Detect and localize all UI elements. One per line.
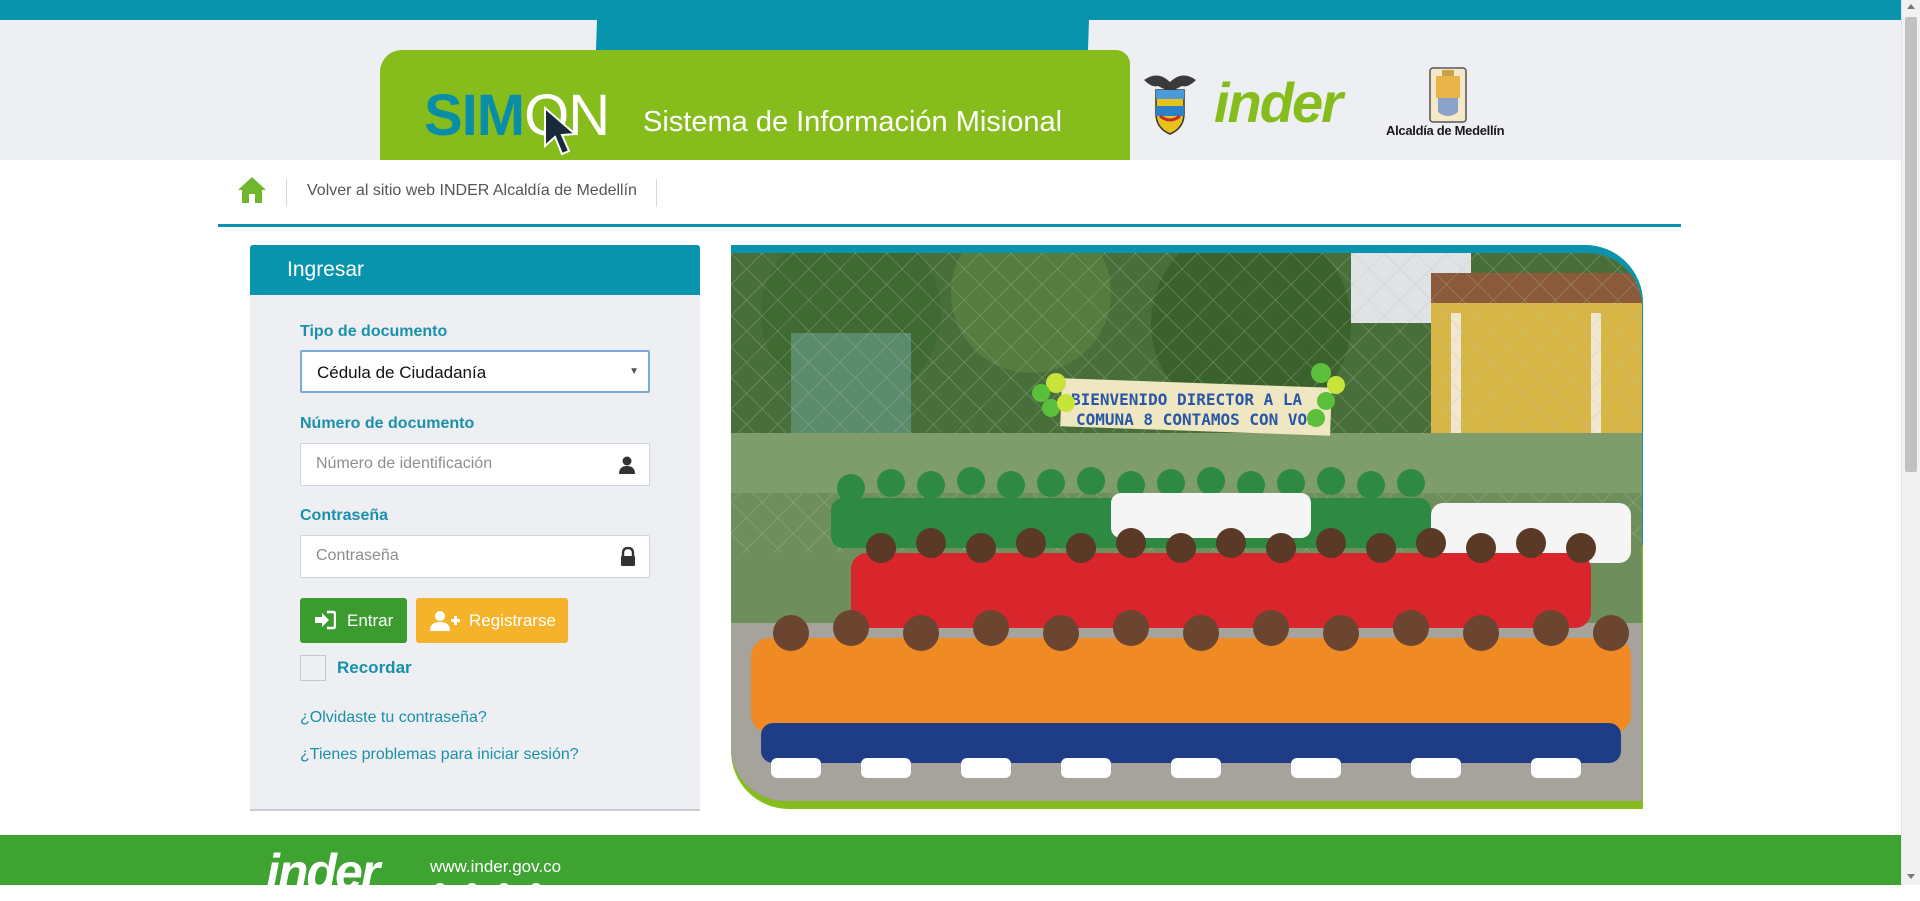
forgot-password-link[interactable]: ¿Olvidaste tu contraseña?: [300, 709, 487, 727]
simon-main-text: SIM: [424, 83, 525, 148]
social-icons: [434, 883, 542, 889]
scroll-down-icon[interactable]: [1907, 874, 1915, 879]
chevron-down-icon: ▼: [629, 366, 639, 377]
user-plus-icon: [430, 611, 460, 631]
breadcrumb-nav: Volver al sitio web INDER Alcaldía de Me…: [218, 160, 1681, 227]
login-panel: Ingresar Tipo de documento Cédula de Ciu…: [250, 245, 700, 811]
login-title: Ingresar: [287, 258, 365, 281]
doc-type-label: Tipo de documento: [300, 323, 448, 340]
doc-type-value: Cédula de Ciudadanía: [317, 363, 487, 382]
alcaldia-logo-text: Alcaldía de Medellín: [1386, 123, 1505, 138]
simon-logo: SIMON: [424, 82, 610, 149]
back-to-site-link[interactable]: Volver al sitio web INDER Alcaldía de Me…: [307, 182, 637, 200]
vertical-scrollbar[interactable]: [1901, 0, 1920, 885]
footer: inder www.inder.gov.co: [0, 835, 1901, 900]
doc-type-select[interactable]: Cédula de Ciudadanía ▼: [300, 350, 650, 393]
doc-number-input[interactable]: Número de identificación: [300, 443, 650, 486]
password-label: Contraseña: [300, 507, 389, 524]
password-input[interactable]: Contraseña: [300, 535, 650, 578]
group-photo-image: BIENVENIDO DIRECTOR A LA COMUNA 8 CONTAM…: [731, 253, 1642, 801]
register-button-label: Registrarse: [469, 611, 556, 630]
scrollbar-thumb[interactable]: [1905, 17, 1917, 472]
login-trouble-link[interactable]: ¿Tienes problemas para iniciar sesión?: [300, 746, 579, 764]
password-placeholder: Contraseña: [316, 547, 399, 564]
nav-separator: [656, 179, 657, 207]
home-icon[interactable]: [236, 175, 268, 205]
login-panel-header: Ingresar: [250, 245, 700, 295]
photo-banner-text: BIENVENIDO DIRECTOR A LA: [1071, 390, 1303, 409]
register-button[interactable]: Registrarse: [416, 598, 568, 643]
svg-text:COMUNA 8 CONTAMOS CON VOS: COMUNA 8 CONTAMOS CON VOS: [1076, 410, 1317, 429]
lock-icon: [621, 547, 635, 566]
alcaldia-coat-of-arms-icon: [1429, 67, 1467, 123]
colombia-shield-icon: [1144, 75, 1196, 135]
user-icon: [619, 456, 635, 474]
login-button-label: Entrar: [347, 611, 394, 630]
scroll-up-icon[interactable]: [1907, 4, 1915, 9]
remember-label[interactable]: Recordar: [337, 658, 412, 678]
footer-website-link[interactable]: www.inder.gov.co: [430, 857, 561, 877]
inder-logo: inder: [1214, 71, 1343, 134]
cursor-icon: [544, 106, 577, 156]
login-button[interactable]: Entrar: [300, 598, 407, 643]
doc-number-label: Número de documento: [300, 415, 475, 432]
banner-subtitle: Sistema de Información Misional: [643, 106, 1063, 138]
footer-inder-logo: inder: [266, 844, 380, 900]
nav-separator: [286, 179, 287, 207]
doc-number-placeholder: Número de identificación: [316, 455, 493, 472]
sign-in-icon: [315, 610, 336, 630]
event-photo: BIENVENIDO DIRECTOR A LA COMUNA 8 CONTAM…: [731, 253, 1642, 801]
remember-checkbox[interactable]: [300, 655, 326, 681]
